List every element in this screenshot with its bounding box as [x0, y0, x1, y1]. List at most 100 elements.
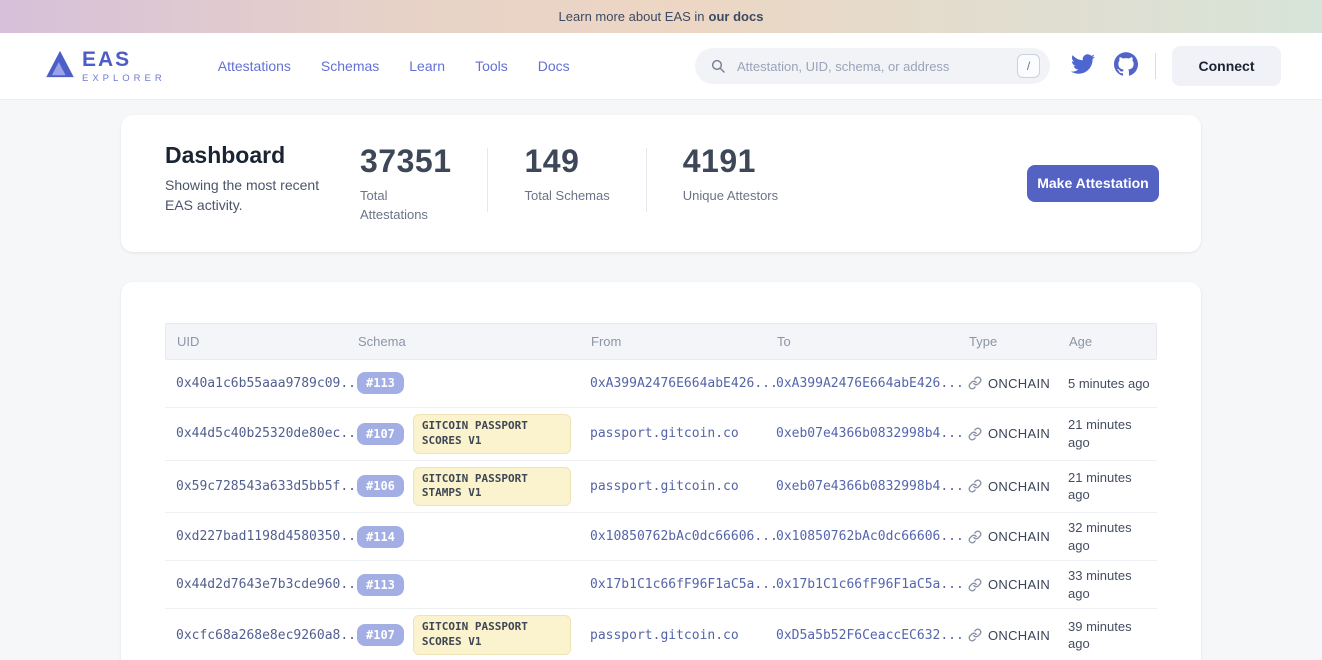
- stat-value: 4191: [683, 144, 778, 179]
- schema-cell: #107 GITCOIN PASSPORT SCORES V1: [357, 414, 590, 454]
- stats-row: 37351 Total Attestations 149 Total Schem…: [360, 144, 778, 225]
- to-address-link[interactable]: 0xA399A2476E664abE426...: [776, 376, 968, 391]
- table-row: 0x44d5c40b25320de80ec... #107 GITCOIN PA…: [165, 408, 1157, 461]
- table-header: UID Schema From To Type Age: [165, 323, 1157, 360]
- age-label: 21 minutes ago: [1068, 469, 1157, 504]
- stat-label: Unique Attestors: [683, 187, 778, 206]
- uid-link[interactable]: 0x44d2d7643e7b3cde960...: [165, 577, 357, 592]
- to-address-link[interactable]: 0x10850762bAc0dc66606...: [776, 529, 968, 544]
- onchain-link-icon: [968, 628, 982, 642]
- make-attestation-button[interactable]: Make Attestation: [1027, 165, 1159, 202]
- schema-cell: #113: [357, 574, 590, 596]
- search-icon: [710, 58, 726, 74]
- uid-link[interactable]: 0xd227bad1198d4580350...: [165, 529, 357, 544]
- to-address-link[interactable]: 0xeb07e4366b0832998b4...: [776, 426, 968, 441]
- schema-cell: #107 GITCOIN PASSPORT SCORES V1: [357, 615, 590, 655]
- from-address-link[interactable]: passport.gitcoin.co: [590, 479, 776, 494]
- eas-logo[interactable]: EAS EXPLORER: [45, 48, 166, 85]
- schema-id-badge[interactable]: #106: [357, 475, 404, 497]
- from-address-link[interactable]: 0x17b1C1c66fF96F1aC5a...: [590, 577, 776, 592]
- github-icon[interactable]: [1113, 52, 1139, 81]
- schema-name-badge[interactable]: GITCOIN PASSPORT SCORES V1: [413, 414, 571, 454]
- nav-docs[interactable]: Docs: [538, 58, 570, 74]
- uid-link[interactable]: 0x59c728543a633d5bb5f...: [165, 479, 357, 494]
- schema-id-badge[interactable]: #107: [357, 624, 404, 646]
- type-label: ONCHAIN: [988, 376, 1050, 391]
- column-header-from: From: [591, 334, 777, 349]
- uid-link[interactable]: 0x44d5c40b25320de80ec...: [165, 426, 357, 441]
- age-label: 21 minutes ago: [1068, 416, 1157, 451]
- age-label: 5 minutes ago: [1068, 375, 1157, 393]
- schema-id-badge[interactable]: #114: [357, 526, 404, 548]
- type-label: ONCHAIN: [988, 529, 1050, 544]
- to-address-link[interactable]: 0x17b1C1c66fF96F1aC5a...: [776, 577, 968, 592]
- schema-id-badge[interactable]: #113: [357, 574, 404, 596]
- onchain-link-icon: [968, 530, 982, 544]
- onchain-link-icon: [968, 427, 982, 441]
- attestations-card: UID Schema From To Type Age 0x40a1c6b55a…: [121, 282, 1201, 660]
- from-address-link[interactable]: passport.gitcoin.co: [590, 628, 776, 643]
- stat-unique-attestors: 4191 Unique Attestors: [683, 144, 778, 206]
- uid-link[interactable]: 0x40a1c6b55aaa9789c09...: [165, 376, 357, 391]
- age-label: 32 minutes ago: [1068, 519, 1157, 554]
- eas-triangle-icon: [45, 48, 75, 85]
- search-input[interactable]: [695, 48, 1050, 84]
- table-row: 0x59c728543a633d5bb5f... #106 GITCOIN PA…: [165, 461, 1157, 514]
- from-address-link[interactable]: 0x10850762bAc0dc66606...: [590, 529, 776, 544]
- column-header-type: Type: [969, 334, 1069, 349]
- schema-cell: #113: [357, 372, 590, 394]
- stat-value: 37351: [360, 144, 451, 179]
- main-nav: Attestations Schemas Learn Tools Docs: [218, 58, 570, 74]
- stat-total-schemas: 149 Total Schemas: [524, 144, 609, 206]
- logo-subtitle: EXPLORER: [82, 74, 166, 84]
- table-row: 0xd227bad1198d4580350... #114 0x10850762…: [165, 513, 1157, 561]
- announcement-banner: Learn more about EAS in our docs: [0, 0, 1322, 33]
- schema-cell: #106 GITCOIN PASSPORT STAMPS V1: [357, 467, 590, 507]
- stat-label: Total Schemas: [524, 187, 609, 206]
- stat-value: 149: [524, 144, 609, 179]
- type-label: ONCHAIN: [988, 426, 1050, 441]
- page-subtitle: Showing the most recent EAS activity.: [165, 175, 343, 216]
- age-label: 33 minutes ago: [1068, 567, 1157, 602]
- logo-title: EAS: [82, 49, 166, 70]
- nav-schemas[interactable]: Schemas: [321, 58, 379, 74]
- header: EAS EXPLORER Attestations Schemas Learn …: [0, 33, 1322, 100]
- attestations-table: UID Schema From To Type Age 0x40a1c6b55a…: [165, 323, 1157, 660]
- uid-link[interactable]: 0xcfc68a268e8ec9260a8...: [165, 628, 357, 643]
- stat-label: Total Attestations: [360, 187, 448, 225]
- connect-button[interactable]: Connect: [1172, 46, 1281, 86]
- nav-tools[interactable]: Tools: [475, 58, 508, 74]
- schema-id-badge[interactable]: #113: [357, 372, 404, 394]
- search-shortcut-key: /: [1017, 54, 1040, 78]
- twitter-icon[interactable]: [1070, 52, 1096, 81]
- main-content: Dashboard Showing the most recent EAS ac…: [121, 115, 1201, 660]
- type-label: ONCHAIN: [988, 479, 1050, 494]
- type-cell: ONCHAIN: [968, 376, 1068, 391]
- nav-attestations[interactable]: Attestations: [218, 58, 291, 74]
- search-bar: /: [695, 48, 1050, 84]
- nav-learn[interactable]: Learn: [409, 58, 445, 74]
- column-header-to: To: [777, 334, 969, 349]
- to-address-link[interactable]: 0xeb07e4366b0832998b4...: [776, 479, 968, 494]
- table-row: 0x44d2d7643e7b3cde960... #113 0x17b1C1c6…: [165, 561, 1157, 609]
- column-header-uid: UID: [166, 334, 358, 349]
- schema-id-badge[interactable]: #107: [357, 423, 404, 445]
- schema-cell: #114: [357, 526, 590, 548]
- from-address-link[interactable]: 0xA399A2476E664abE426...: [590, 376, 776, 391]
- type-label: ONCHAIN: [988, 577, 1050, 592]
- stat-divider: [487, 148, 488, 212]
- from-address-link[interactable]: passport.gitcoin.co: [590, 426, 776, 441]
- table-body: 0x40a1c6b55aaa9789c09... #113 0xA399A247…: [165, 360, 1157, 660]
- to-address-link[interactable]: 0xD5a5b52F6CeaccEC632...: [776, 628, 968, 643]
- column-header-age: Age: [1069, 334, 1158, 349]
- page-title: Dashboard: [165, 142, 360, 169]
- type-label: ONCHAIN: [988, 628, 1050, 643]
- banner-docs-link[interactable]: our docs: [709, 9, 764, 24]
- stat-divider: [646, 148, 647, 212]
- age-label: 39 minutes ago: [1068, 618, 1157, 653]
- stat-total-attestations: 37351 Total Attestations: [360, 144, 451, 225]
- type-cell: ONCHAIN: [968, 628, 1068, 643]
- schema-name-badge[interactable]: GITCOIN PASSPORT SCORES V1: [413, 615, 571, 655]
- schema-name-badge[interactable]: GITCOIN PASSPORT STAMPS V1: [413, 467, 571, 507]
- onchain-link-icon: [968, 479, 982, 493]
